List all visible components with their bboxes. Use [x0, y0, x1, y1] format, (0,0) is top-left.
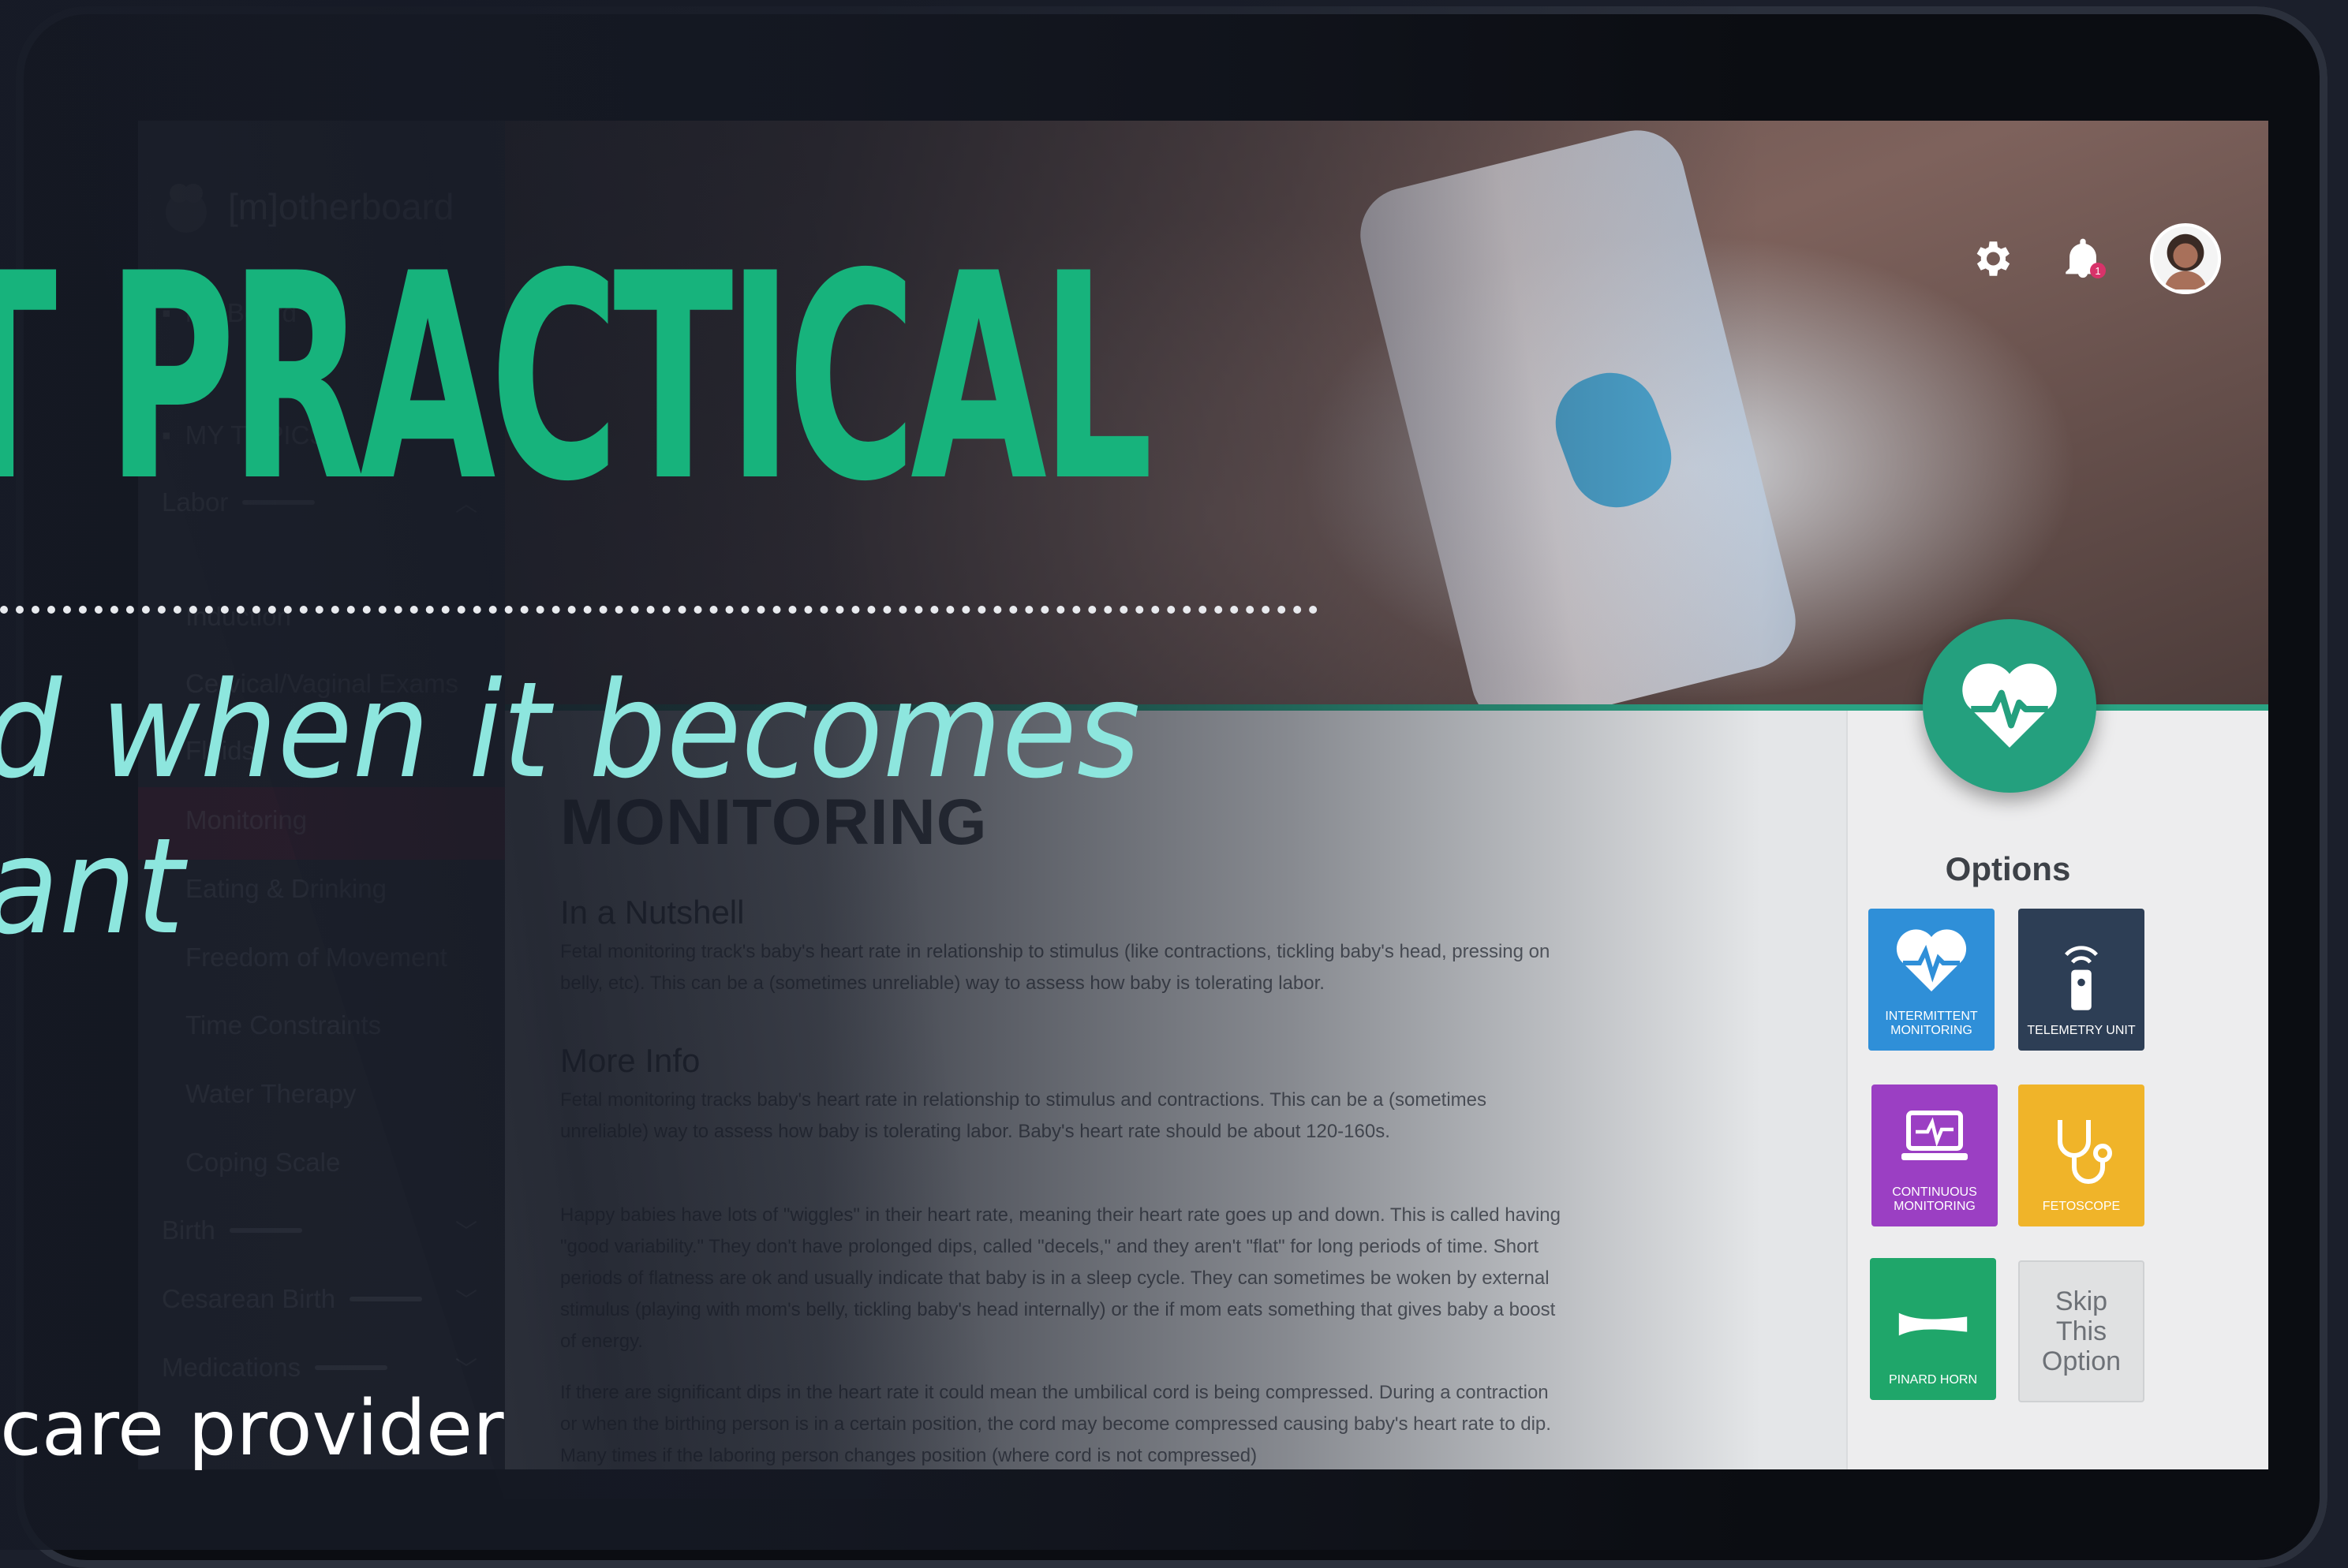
heart-rate-button[interactable]: [1923, 619, 2096, 793]
chevron-down-icon: ﹀: [454, 1219, 477, 1244]
sidebar-item-monitoring-label: Monitoring: [185, 805, 308, 834]
telemetry-icon: [2065, 946, 2098, 1010]
option-label: TELEMETRY UNIT: [2027, 1024, 2136, 1037]
sidebar-group-birth[interactable]: Birth ﹀: [162, 1215, 477, 1245]
sidebar-item-eating-drinking[interactable]: Eating & Drinking: [185, 874, 387, 904]
promo-subline-1: d when it becomes: [0, 653, 1141, 808]
gear-icon: [1976, 241, 2010, 276]
group-dash: [350, 1297, 423, 1301]
header-actions: 1: [1967, 223, 2221, 294]
skip-option-button[interactable]: Skip This Option: [2018, 1260, 2144, 1402]
sidebar-group-label: Birth: [162, 1215, 215, 1245]
user-avatar-icon: [2163, 233, 2208, 289]
options-title: Options: [1945, 850, 2071, 887]
settings-button[interactable]: [1967, 234, 2016, 283]
option-label: FETOSCOPE: [2042, 1200, 2121, 1213]
heart-rate-icon: [1962, 663, 2057, 748]
laptop-monitor-icon: [1901, 1111, 1968, 1160]
skip-option-label: Skip This Option: [2041, 1286, 2122, 1376]
promo-footer-text: care provider: [0, 1384, 504, 1473]
group-dash: [229, 1228, 302, 1233]
notifications-button[interactable]: 1: [2058, 234, 2107, 283]
sidebar-item-coping-scale[interactable]: Coping Scale: [185, 1148, 340, 1178]
more-info-paragraph-3: If there are significant dips in the hea…: [560, 1382, 1551, 1466]
chevron-down-icon: ﹀: [454, 1357, 477, 1381]
sidebar-group-medications[interactable]: Medications ﹀: [162, 1353, 477, 1383]
horn-icon: [1898, 1312, 1968, 1336]
notification-badge: 1: [2090, 263, 2106, 278]
sidebar-item-water-therapy[interactable]: Water Therapy: [185, 1079, 356, 1109]
dotted-divider: [0, 606, 1318, 614]
sidebar-group-label: Cesarean Birth: [162, 1284, 336, 1313]
sidebar-item-freedom-movement[interactable]: Freedom of Movement: [185, 943, 447, 973]
chevron-down-icon: ﹀: [454, 1288, 477, 1312]
group-dash: [315, 1365, 388, 1370]
option-telemetry-unit[interactable]: TELEMETRY UNIT: [2018, 909, 2144, 1051]
promo-subline-2: ant: [0, 809, 185, 964]
section-title-nutshell: In a Nutshell: [560, 894, 745, 931]
option-fetoscope[interactable]: FETOSCOPE: [2018, 1085, 2144, 1226]
sidebar-group-label: Medications: [162, 1353, 301, 1382]
promo-headline: T PRACTICAL: [0, 213, 1153, 543]
main-content: MONITORING In a Nutshell Fetal monitorin…: [505, 711, 1846, 1469]
option-pinard-horn[interactable]: PINARD HORN: [1870, 1258, 1996, 1400]
section-title-more-info: More Info: [560, 1042, 701, 1079]
nutshell-text: Fetal monitoring track's baby's heart ra…: [560, 941, 1550, 994]
sidebar-item-time-constraints[interactable]: Time Constraints: [185, 1010, 381, 1040]
sidebar-group-cesarean[interactable]: Cesarean Birth ﹀: [162, 1284, 477, 1314]
option-label: CONTINUOUS MONITORING: [1892, 1185, 1977, 1213]
more-info-paragraph-2: Happy babies have lots of "wiggles" in t…: [560, 1204, 1561, 1352]
stethoscope-icon: [2058, 1120, 2112, 1184]
option-label: INTERMITTENT MONITORING: [1885, 1010, 1978, 1037]
heart-rate-icon: [1896, 929, 1967, 991]
avatar[interactable]: [2150, 223, 2221, 294]
option-continuous-monitoring[interactable]: CONTINUOUS MONITORING: [1871, 1085, 1998, 1226]
option-intermittent-monitoring[interactable]: INTERMITTENT MONITORING: [1868, 909, 1995, 1051]
option-label: PINARD HORN: [1888, 1373, 1977, 1387]
more-info-paragraph-1: Fetal monitoring tracks baby's heart rat…: [560, 1089, 1487, 1142]
